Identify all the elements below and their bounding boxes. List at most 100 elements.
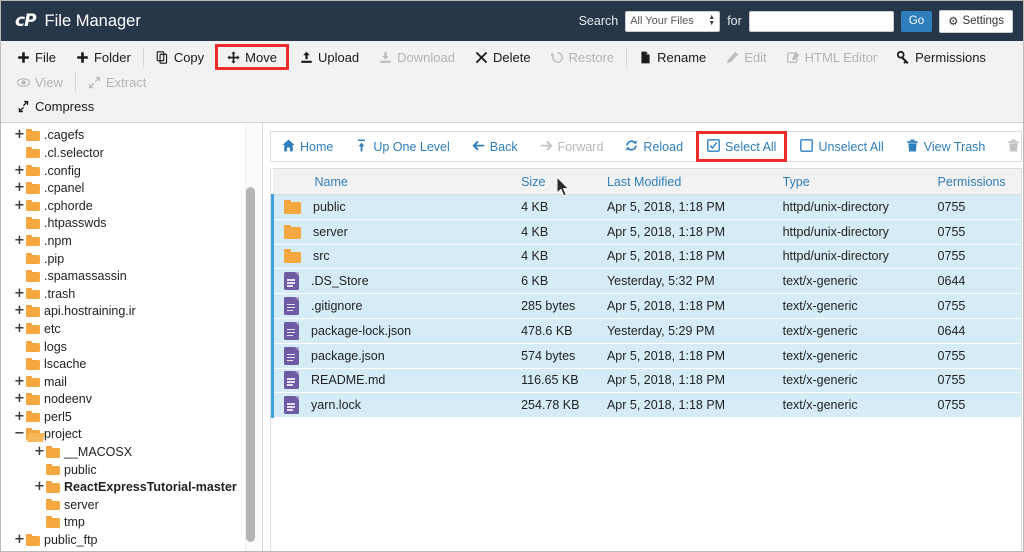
toolbar-button-copy[interactable]: Copy bbox=[146, 45, 214, 69]
tree-node-public-ftp[interactable]: + public_ftp bbox=[5, 531, 262, 549]
cell-name[interactable]: public bbox=[271, 194, 516, 220]
toolbar-separator bbox=[142, 47, 144, 67]
expand-icon[interactable]: + bbox=[13, 304, 26, 317]
search-input[interactable] bbox=[748, 10, 894, 32]
tree-node-label: .htpasswds bbox=[44, 216, 107, 231]
table-row[interactable]: src 4 KB Apr 5, 2018, 1:18 PM httpd/unix-di… bbox=[271, 244, 1021, 270]
column-header-size[interactable]: Size bbox=[515, 168, 601, 195]
app-header: cP File Manager Search All Your Files ▲ ▼… bbox=[1, 1, 1023, 41]
cell-name[interactable]: .DS_Store bbox=[271, 268, 516, 295]
expand-icon[interactable]: + bbox=[33, 445, 46, 458]
expand-icon[interactable]: + bbox=[13, 181, 26, 194]
expand-icon[interactable]: + bbox=[13, 234, 26, 247]
html-editor-icon bbox=[786, 50, 800, 64]
tree-node-nodeenv[interactable]: + nodeenv bbox=[5, 391, 262, 409]
tree-node-cl-selector[interactable]: .cl.selector bbox=[5, 144, 262, 162]
folder-icon bbox=[26, 287, 40, 300]
expand-icon[interactable]: + bbox=[33, 480, 46, 493]
toolbar-button-compress[interactable]: Compress bbox=[7, 94, 104, 118]
cell-name[interactable]: package-lock.json bbox=[271, 318, 516, 344]
toolbar-button-rename[interactable]: Rename bbox=[629, 45, 716, 69]
toolbar-button-upload[interactable]: Upload bbox=[290, 45, 369, 69]
tree-node-tmp[interactable]: tmp bbox=[5, 514, 262, 532]
tree-node-label: __MACOSX bbox=[64, 445, 133, 460]
column-header-type[interactable]: Type bbox=[776, 168, 932, 195]
tree-node-config[interactable]: + .config bbox=[5, 162, 262, 180]
toolbar-button-file[interactable]: File bbox=[7, 45, 66, 69]
table-row[interactable]: package-lock.json 478.6 KB Yesterday, 5:29… bbox=[271, 318, 1021, 344]
toolbar-button-permissions[interactable]: Permissions bbox=[887, 45, 996, 69]
column-header-last-modified[interactable]: Last Modified bbox=[600, 168, 777, 195]
expand-icon[interactable]: + bbox=[13, 287, 26, 300]
table-row[interactable]: public 4 KB Apr 5, 2018, 1:18 PM httpd/unix… bbox=[271, 194, 1021, 220]
toolbar-button-move[interactable]: Move bbox=[215, 44, 289, 70]
table-row[interactable]: .DS_Store 6 KB Yesterday, 5:32 PM text/x-ge… bbox=[271, 268, 1021, 295]
tree-node-spamassassin[interactable]: .spamassassin bbox=[5, 267, 262, 285]
toolbar-button-html-editor: HTML Editor bbox=[777, 45, 887, 69]
directory-tree-sidebar: + .cache + .cagefs .cl.selector + .config + .cpa… bbox=[1, 123, 263, 551]
tree-node-etc[interactable]: + etc bbox=[5, 320, 262, 338]
cell-size: 478.6 KB bbox=[515, 318, 601, 344]
tree-node-perl5[interactable]: + perl5 bbox=[5, 408, 262, 426]
nav-button-view-trash[interactable]: View Trash bbox=[895, 132, 997, 161]
forward-arrow-icon bbox=[540, 139, 553, 155]
search-go-button[interactable]: Go bbox=[900, 10, 933, 32]
expand-icon[interactable]: + bbox=[13, 322, 26, 335]
expand-icon[interactable]: + bbox=[13, 392, 26, 405]
expand-icon[interactable]: + bbox=[13, 375, 26, 388]
expand-icon[interactable]: + bbox=[13, 410, 26, 423]
tree-node-htpasswds[interactable]: .htpasswds bbox=[5, 215, 262, 233]
expand-icon[interactable]: + bbox=[13, 128, 26, 141]
tree-node-mail[interactable]: + mail bbox=[5, 373, 262, 391]
cell-name[interactable]: src bbox=[271, 244, 516, 270]
cell-name[interactable]: README.md bbox=[271, 368, 516, 394]
expand-icon[interactable]: + bbox=[13, 164, 26, 177]
table-row[interactable]: package.json 574 bytes Apr 5, 2018, 1:18 P… bbox=[271, 343, 1021, 369]
cell-name[interactable]: yarn.lock bbox=[271, 392, 516, 419]
collapse-icon[interactable]: − bbox=[13, 427, 26, 440]
table-row[interactable]: README.md 116.65 KB Apr 5, 2018, 1:18 PM te… bbox=[271, 368, 1021, 394]
column-header-permissions[interactable]: Permissions bbox=[931, 168, 1021, 195]
tree-node-public[interactable]: public bbox=[5, 461, 262, 479]
nav-button-select-all[interactable]: Select All bbox=[696, 131, 788, 162]
tree-node-macosx[interactable]: + __MACOSX bbox=[5, 443, 262, 461]
cell-name[interactable]: package.json bbox=[271, 343, 516, 369]
tree-node-reactexpresstutorial-master[interactable]: + ReactExpressTutorial-master bbox=[5, 478, 262, 496]
tree-node-npm[interactable]: + .npm bbox=[5, 232, 262, 250]
cell-permissions: 0644 bbox=[931, 268, 1021, 295]
tree-node-trash[interactable]: + .trash bbox=[5, 285, 262, 303]
column-header-name[interactable]: Name bbox=[272, 168, 516, 195]
tree-node-lscache[interactable]: lscache bbox=[5, 355, 262, 373]
sidebar-scrollbar-thumb[interactable] bbox=[246, 187, 255, 542]
search-scope-select[interactable]: All Your Files ▲ ▼ bbox=[625, 10, 721, 32]
cell-type: text/x-generic bbox=[776, 392, 932, 419]
tree-node-label: api.hostraining.ir bbox=[44, 304, 136, 319]
toolbar-button-folder[interactable]: Folder bbox=[66, 45, 141, 69]
expand-icon[interactable]: + bbox=[13, 533, 26, 546]
cell-name[interactable]: .gitignore bbox=[271, 293, 516, 319]
tree-node-pip[interactable]: .pip bbox=[5, 250, 262, 268]
tree-node-api-hostraining-ir[interactable]: + api.hostraining.ir bbox=[5, 303, 262, 321]
nav-button-back[interactable]: Back bbox=[461, 132, 529, 161]
nav-button-reload[interactable]: Reload bbox=[614, 132, 694, 161]
nav-button-home[interactable]: Home bbox=[271, 132, 344, 161]
tree-node-project[interactable]: − project bbox=[5, 426, 262, 444]
settings-button[interactable]: ⚙ Settings bbox=[939, 9, 1013, 33]
toolbar-button-delete[interactable]: Delete bbox=[465, 45, 541, 69]
expand-icon[interactable]: + bbox=[13, 199, 26, 212]
nav-button-unselect-all[interactable]: Unselect All bbox=[789, 132, 894, 161]
nav-button-up-one-level[interactable]: Up One Level bbox=[344, 132, 460, 161]
tree-node-cagefs[interactable]: + .cagefs bbox=[5, 127, 262, 145]
document-icon bbox=[284, 371, 299, 390]
toolbar-separator bbox=[626, 47, 628, 67]
cell-name[interactable]: server bbox=[271, 219, 516, 245]
tree-node-cpanel[interactable]: + .cpanel bbox=[5, 179, 262, 197]
plus-icon bbox=[17, 51, 30, 64]
tree-node-logs[interactable]: logs bbox=[5, 338, 262, 356]
tree-node-server[interactable]: server bbox=[5, 496, 262, 514]
table-row[interactable]: server 4 KB Apr 5, 2018, 1:18 PM httpd/unix… bbox=[271, 219, 1021, 245]
sidebar-scrollbar-track[interactable] bbox=[245, 125, 259, 551]
tree-node-cphorde[interactable]: + .cphorde bbox=[5, 197, 262, 215]
table-row[interactable]: yarn.lock 254.78 KB Apr 5, 2018, 1:18 PM te… bbox=[271, 392, 1021, 419]
table-row[interactable]: .gitignore 285 bytes Apr 5, 2018, 1:18 PM t… bbox=[271, 293, 1021, 319]
